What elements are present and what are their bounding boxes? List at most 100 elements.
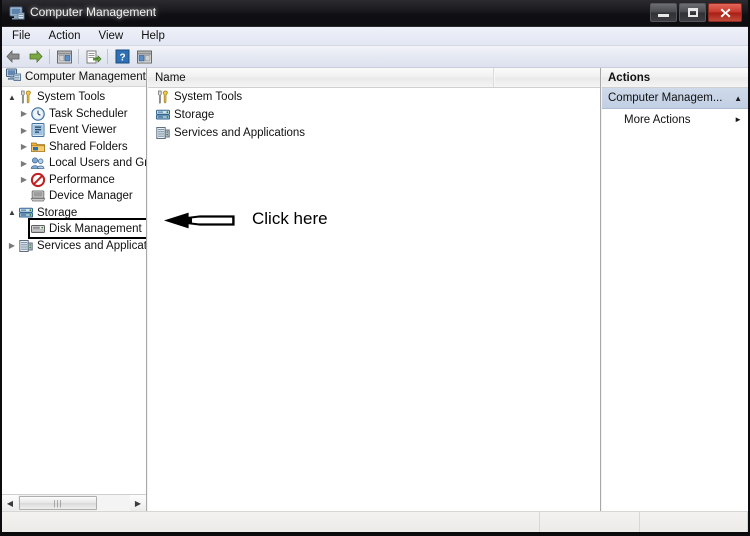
chevron-up-icon[interactable]: ▲	[734, 94, 742, 103]
show-hide-action-pane-button[interactable]	[133, 47, 155, 67]
actions-panel: Actions Computer Managem... ▲ More Actio…	[602, 68, 748, 511]
help-icon: ?	[115, 49, 129, 64]
maximize-icon	[687, 8, 698, 17]
tree-item-local-users-and-groups[interactable]: ▶ Local Users and Gro	[2, 155, 146, 172]
tree-item-label: Device Manager	[49, 190, 133, 203]
menu-action[interactable]: Action	[41, 28, 89, 44]
show-hide-console-tree-button[interactable]	[53, 47, 75, 67]
device-manager-icon	[30, 188, 46, 204]
twisty-collapsed-icon[interactable]: ▶	[18, 126, 30, 135]
export-list-button[interactable]	[82, 47, 104, 67]
tree-root-label: Computer Management	[25, 71, 146, 83]
local-users-icon	[30, 155, 46, 171]
tree-item-label: Storage	[37, 206, 78, 219]
tree-item-services-and-applications[interactable]: ▶ Services and Applicat	[2, 238, 146, 255]
menu-help[interactable]: Help	[133, 28, 173, 44]
twisty-collapsed-icon[interactable]: ▶	[18, 142, 30, 151]
storage-icon	[155, 107, 171, 123]
tree-item-label: Performance	[49, 173, 115, 186]
toolbar-separator	[49, 49, 50, 64]
details-list-panel[interactable]: Name System Tools Storage Services and A…	[148, 68, 601, 511]
tree-item-list: ▲ System Tools ▶ Task Scheduler ▶ Event …	[2, 87, 146, 254]
twisty-expanded-icon[interactable]: ▲	[6, 208, 18, 217]
forward-button[interactable]	[24, 47, 46, 67]
toolbar-separator	[107, 49, 108, 64]
list-rows: System Tools Storage Services and Applic…	[148, 88, 600, 142]
toolbar: ?	[2, 46, 748, 68]
menu-view[interactable]: View	[91, 28, 132, 44]
computer-icon	[6, 68, 21, 87]
action-item-more-actions[interactable]: More Actions ►	[602, 109, 748, 130]
scrollbar-grip-icon: |||	[53, 498, 63, 508]
back-icon	[5, 49, 19, 64]
tree-horizontal-scrollbar[interactable]: ◀ ||| ▶	[2, 494, 146, 511]
status-segment-2	[540, 512, 640, 532]
system-tools-icon	[18, 89, 34, 105]
show-hide-console-tree-icon	[56, 50, 72, 63]
scrollbar-thumb[interactable]: |||	[19, 496, 97, 510]
actions-group-computer-management[interactable]: Computer Managem... ▲	[602, 88, 748, 109]
event-viewer-icon	[30, 122, 46, 138]
help-button[interactable]: ?	[111, 47, 133, 67]
console-tree-panel[interactable]: Computer Management ▲ System Tools ▶ Tas…	[2, 68, 147, 511]
twisty-collapsed-icon[interactable]: ▶	[18, 175, 30, 184]
twisty-expanded-icon[interactable]: ▲	[6, 93, 18, 102]
status-segment-1	[2, 512, 540, 532]
close-icon	[720, 8, 730, 18]
menu-file[interactable]: File	[4, 28, 39, 44]
close-button[interactable]	[708, 3, 742, 22]
services-icon	[18, 238, 34, 254]
list-item[interactable]: Services and Applications	[148, 124, 600, 142]
services-icon	[155, 125, 171, 141]
minimize-icon	[658, 14, 669, 17]
tree-item-performance[interactable]: ▶ Performance	[2, 172, 146, 189]
tree-item-label: Event Viewer	[49, 124, 117, 137]
scrollbar-track[interactable]	[97, 495, 130, 511]
column-header-spacer	[494, 68, 600, 87]
tree-item-shared-folders[interactable]: ▶ Shared Folders	[2, 139, 146, 156]
back-button[interactable]	[2, 47, 24, 67]
minimize-button[interactable]	[650, 3, 677, 22]
tree-item-storage[interactable]: ▲ Storage	[2, 205, 146, 222]
tree-item-task-scheduler[interactable]: ▶ Task Scheduler	[2, 106, 146, 123]
twisty-collapsed-icon[interactable]: ▶	[18, 159, 30, 168]
actions-group-label: Computer Managem...	[608, 92, 723, 104]
status-bar	[2, 511, 748, 532]
disk-management-icon	[30, 221, 46, 237]
action-item-label: More Actions	[624, 113, 691, 126]
list-item-label: System Tools	[174, 91, 243, 103]
column-header-name[interactable]: Name	[148, 68, 494, 87]
show-hide-action-pane-icon	[136, 50, 152, 63]
task-scheduler-icon	[30, 106, 46, 122]
computer-management-window: Computer Management File Action View Hel…	[0, 0, 750, 536]
title-bar[interactable]: Computer Management	[0, 0, 750, 27]
export-list-icon	[86, 50, 101, 63]
toolbar-separator	[78, 49, 79, 64]
scroll-right-arrow-icon[interactable]: ▶	[130, 495, 146, 511]
list-item[interactable]: Storage	[148, 106, 600, 124]
twisty-collapsed-icon[interactable]: ▶	[18, 109, 30, 118]
computer-management-icon	[9, 5, 25, 21]
tree-item-label: Disk Management	[49, 223, 142, 236]
svg-text:?: ?	[119, 53, 125, 64]
tree-item-label: Task Scheduler	[49, 107, 128, 120]
performance-icon	[30, 172, 46, 188]
main-content: Computer Management ▲ System Tools ▶ Tas…	[2, 68, 748, 511]
tree-item-event-viewer[interactable]: ▶ Event Viewer	[2, 122, 146, 139]
list-column-header: Name	[148, 68, 600, 88]
scroll-left-arrow-icon[interactable]: ◀	[2, 495, 18, 511]
maximize-button[interactable]	[679, 3, 706, 22]
list-item[interactable]: System Tools	[148, 88, 600, 106]
window-title: Computer Management	[30, 5, 157, 19]
twisty-collapsed-icon[interactable]: ▶	[6, 241, 18, 250]
tree-root-header[interactable]: Computer Management	[2, 68, 146, 87]
tree-item-device-manager[interactable]: Device Manager	[2, 188, 146, 205]
status-segment-3	[640, 512, 748, 532]
chevron-right-icon[interactable]: ►	[734, 115, 742, 124]
tree-item-label: System Tools	[37, 91, 106, 104]
tree-item-disk-management[interactable]: Disk Management	[2, 221, 146, 238]
tree-item-label: Shared Folders	[49, 140, 128, 153]
tree-item-label: Services and Applicat	[37, 239, 146, 252]
tree-item-system-tools[interactable]: ▲ System Tools	[2, 89, 146, 106]
storage-icon	[18, 205, 34, 221]
